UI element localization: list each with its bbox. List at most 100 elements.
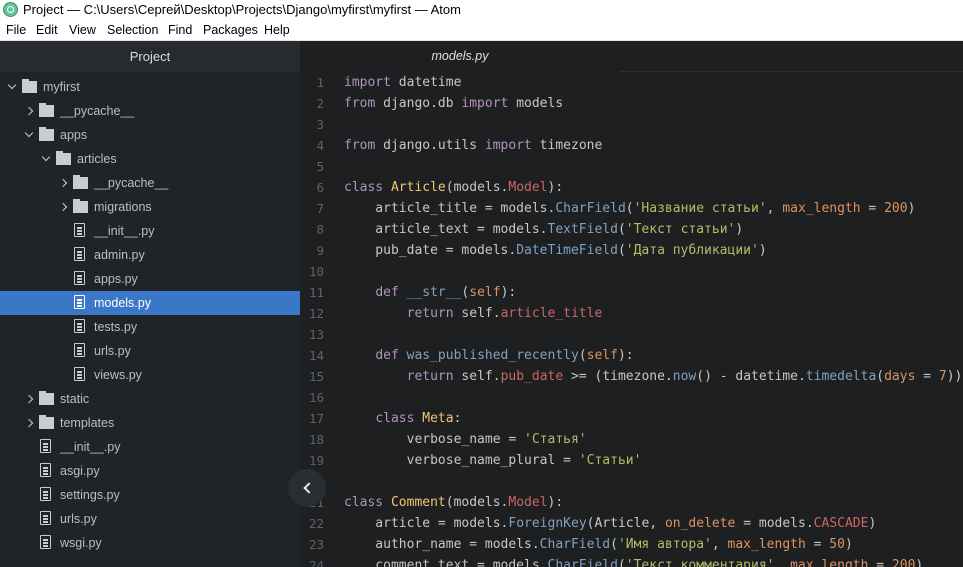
code-token: 'Статьи' xyxy=(578,453,642,468)
tree-file-row[interactable]: admin.py xyxy=(0,243,300,267)
code-line[interactable]: from django.db import models xyxy=(344,93,563,114)
code-token: ): xyxy=(547,180,564,195)
code-token: (models. xyxy=(445,495,509,510)
line-number: 16 xyxy=(308,390,324,405)
menu-edit[interactable]: Edit xyxy=(36,20,58,41)
code-line[interactable]: verbose_name_plural = 'Статьи' xyxy=(344,450,642,471)
code-token: (models. xyxy=(445,180,509,195)
line-number: 15 xyxy=(308,369,324,384)
menu-help[interactable]: Help xyxy=(264,20,290,41)
code-token: ( xyxy=(625,201,634,216)
tree-file-row[interactable]: __init__.py xyxy=(0,435,300,459)
folder-icon xyxy=(56,151,71,165)
tree-folder-row[interactable]: static xyxy=(0,387,300,411)
chevron-right-icon[interactable] xyxy=(58,178,68,188)
code-token: ( xyxy=(610,537,618,552)
collapse-panel-button[interactable] xyxy=(288,469,326,507)
tree-folder-row[interactable]: myfirst xyxy=(0,75,300,99)
code-token: CharField xyxy=(539,537,611,552)
tree-folder-row[interactable]: __pycache__ xyxy=(0,171,300,195)
file-text-icon xyxy=(74,343,85,357)
tree-file-row[interactable]: asgi.py xyxy=(0,459,300,483)
chevron-down-icon[interactable] xyxy=(41,152,51,162)
code-token: self. xyxy=(453,369,501,384)
code-token: class xyxy=(375,411,415,426)
code-line[interactable]: import datetime xyxy=(344,72,461,93)
code-token: 'Текст комментария' xyxy=(625,558,775,567)
code-token: verbose_name_plural = xyxy=(344,453,579,468)
line-number: 22 xyxy=(308,516,324,531)
code-line[interactable]: comment_text = models.CharField('Текст к… xyxy=(344,555,923,567)
chevron-right-icon[interactable] xyxy=(24,394,34,404)
tree-folder-row[interactable]: migrations xyxy=(0,195,300,219)
code-token: __str__ xyxy=(406,285,462,300)
tree-file-row[interactable]: views.py xyxy=(0,363,300,387)
code-token: ) xyxy=(735,222,744,237)
chevron-right-icon[interactable] xyxy=(24,106,34,116)
code-line[interactable]: article_text = models.TextField('Текст с… xyxy=(344,219,743,240)
code-token: on_delete xyxy=(664,516,736,531)
menu-file[interactable]: File xyxy=(6,20,26,41)
chevron-right-icon[interactable] xyxy=(58,202,68,212)
tree-item-label: myfirst xyxy=(43,80,80,94)
code-token: , xyxy=(766,201,783,216)
code-token: = xyxy=(860,201,885,216)
code-token: CharField xyxy=(555,201,626,216)
line-number: 5 xyxy=(316,159,324,174)
code-token: , xyxy=(711,537,728,552)
tree-item-label: apps xyxy=(60,128,88,142)
code-token: ForeignKey xyxy=(508,516,587,531)
code-line[interactable]: article_title = models.CharField('Назван… xyxy=(344,198,915,219)
tab-models-py[interactable]: models.py xyxy=(300,41,620,72)
code-line[interactable]: class Article(models.Model): xyxy=(344,177,563,198)
tree-folder-row[interactable]: templates xyxy=(0,411,300,435)
menu-view[interactable]: View xyxy=(69,20,96,41)
code-line[interactable]: return self.pub_date >= (timezone.now() … xyxy=(344,366,963,387)
code-line[interactable]: pub_date = models.DateTimeField('Дата пу… xyxy=(344,240,766,261)
line-number: 8 xyxy=(316,222,324,237)
line-number: 10 xyxy=(308,264,324,279)
tree-folder-row[interactable]: articles xyxy=(0,147,300,171)
tree-file-row[interactable]: settings.py xyxy=(0,483,300,507)
code-token: timezone xyxy=(531,138,603,153)
code-line[interactable]: author_name = models.CharField('Имя авто… xyxy=(344,534,852,555)
menu-selection[interactable]: Selection xyxy=(107,20,158,41)
code-line[interactable]: return self.article_title xyxy=(344,303,603,324)
code-token: pub_date = models. xyxy=(344,243,517,258)
tree-file-row[interactable]: apps.py xyxy=(0,267,300,291)
tree-file-row[interactable]: urls.py xyxy=(0,507,300,531)
line-number: 19 xyxy=(308,453,324,468)
code-line[interactable]: def was_published_recently(self): xyxy=(344,345,633,366)
code-line[interactable]: article = models.ForeignKey(Article, on_… xyxy=(344,513,876,534)
tree-file-row[interactable]: models.py xyxy=(0,291,300,315)
tree-folder-row[interactable]: __pycache__ xyxy=(0,99,300,123)
tree-file-row[interactable]: tests.py xyxy=(0,315,300,339)
code-line[interactable]: def __str__(self): xyxy=(344,282,516,303)
file-text-icon xyxy=(40,463,51,477)
tree-file-row[interactable]: wsgi.py xyxy=(0,531,300,555)
menu-find[interactable]: Find xyxy=(168,20,192,41)
tree-file-row[interactable]: urls.py xyxy=(0,339,300,363)
menu-packages[interactable]: Packages xyxy=(203,20,258,41)
chevron-down-icon[interactable] xyxy=(7,80,17,90)
chevron-right-icon[interactable] xyxy=(24,418,34,428)
code-token: was_published_recently xyxy=(406,348,579,363)
code-line[interactable]: class Comment(models.Model): xyxy=(344,492,563,513)
code-token: return xyxy=(406,369,454,384)
code-line[interactable]: from django.utils import timezone xyxy=(344,135,602,156)
tree-folder-row[interactable]: apps xyxy=(0,123,300,147)
code-line[interactable]: verbose_name = 'Статья' xyxy=(344,429,587,450)
code-token: )) xyxy=(946,369,963,384)
editor-pane[interactable]: models.py 1 2 3 4 5 6 7 8 9 10 11 12 13 14 15 16 17 18 19 2… xyxy=(300,41,963,567)
code-token: ) xyxy=(868,516,877,531)
folder-icon xyxy=(22,79,37,93)
tree-file-row[interactable]: __init__.py xyxy=(0,219,300,243)
code-token: import xyxy=(461,96,509,111)
chevron-down-icon[interactable] xyxy=(24,128,34,138)
code-line[interactable]: class Meta: xyxy=(344,408,461,429)
line-number: 23 xyxy=(308,537,324,552)
code-token: ): xyxy=(547,495,564,510)
code-token: = xyxy=(805,537,830,552)
